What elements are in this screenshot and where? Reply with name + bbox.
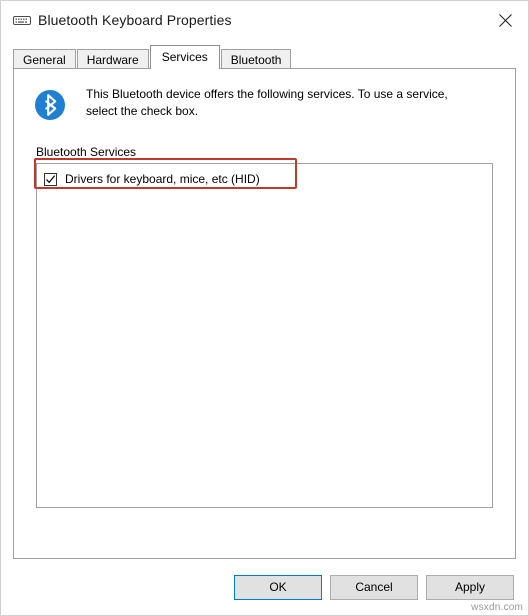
cancel-button[interactable]: Cancel bbox=[330, 574, 418, 600]
close-icon bbox=[498, 13, 512, 27]
services-list[interactable]: Drivers for keyboard, mice, etc (HID) bbox=[34, 158, 493, 508]
services-intro: This Bluetooth device offers the followi… bbox=[28, 83, 501, 129]
properties-window: Bluetooth Keyboard Properties General Ha… bbox=[0, 0, 529, 616]
close-button[interactable] bbox=[482, 1, 528, 39]
ok-button[interactable]: OK bbox=[234, 574, 322, 600]
tab-services[interactable]: Services bbox=[149, 45, 220, 69]
title-bar: Bluetooth Keyboard Properties bbox=[1, 1, 528, 39]
services-tab-panel: This Bluetooth device offers the followi… bbox=[13, 68, 516, 559]
watermark: wsxdn.com bbox=[471, 602, 523, 613]
service-label: Drivers for keyboard, mice, etc (HID) bbox=[65, 172, 260, 186]
tab-general[interactable]: General bbox=[13, 49, 76, 70]
tab-bluetooth[interactable]: Bluetooth bbox=[220, 49, 292, 70]
apply-button[interactable]: Apply bbox=[426, 574, 514, 600]
dialog-footer: OK Cancel Apply bbox=[1, 559, 528, 615]
services-description: This Bluetooth device offers the followi… bbox=[86, 87, 448, 118]
bluetooth-services-label: Bluetooth Services bbox=[36, 145, 137, 159]
window-title: Bluetooth Keyboard Properties bbox=[38, 12, 232, 28]
bluetooth-keyboard-icon bbox=[10, 8, 34, 32]
tab-strip: General Hardware Services Bluetooth bbox=[13, 45, 528, 70]
list-item[interactable]: Drivers for keyboard, mice, etc (HID) bbox=[37, 169, 492, 189]
service-checkbox[interactable] bbox=[44, 172, 57, 186]
bluetooth-icon bbox=[28, 85, 72, 129]
checkmark-icon bbox=[46, 174, 56, 183]
tab-hardware[interactable]: Hardware bbox=[76, 49, 149, 70]
